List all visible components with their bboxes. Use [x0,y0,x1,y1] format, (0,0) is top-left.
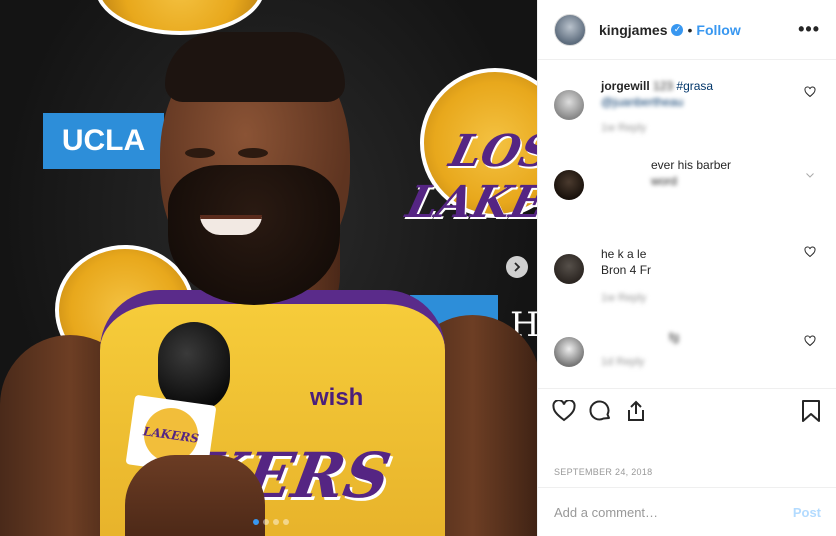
post-actions [538,388,836,432]
more-options-button[interactable]: ••• [798,19,820,40]
follow-button[interactable]: Follow [696,22,740,38]
ucla-sign: UCLA [43,113,164,169]
comment-button[interactable] [588,399,612,423]
hair [165,32,345,102]
post-header: kingjames ✓ • Follow ••• [538,0,836,60]
comment-text: ever his barber word [651,158,732,188]
lakers-wordmark: LOS LAKERS [401,125,537,228]
comment-list[interactable]: jorgewill 123 #grasa @juanbertheau 1w Re… [538,61,836,387]
heart-icon [552,399,576,421]
right-eye [238,148,268,158]
jersey-sponsor: wish [310,384,364,411]
speech-bubble-icon [589,400,610,420]
share-icon [628,400,644,421]
carousel-next-button[interactable] [506,256,528,278]
carousel-dot [253,519,259,525]
ucla-label: UCLA [61,124,146,157]
verified-badge-icon: ✓ [671,23,684,36]
post-side-panel: kingjames ✓ • Follow ••• jorgewill 123 #… [537,0,836,536]
beard [168,165,340,305]
comment-item: he k a le Bron 4 Fr 1w Reply [554,246,824,306]
bookmark-icon [802,399,820,422]
lakers-logo-right: LOS LAKERS [401,68,537,228]
lakers-logo-top [95,0,265,35]
commenter-avatar[interactable] [554,337,584,367]
comment-meta[interactable]: 1w Reply [601,292,646,304]
commenter-avatar[interactable] [554,170,584,200]
add-comment-form: Post [538,487,836,536]
share-button[interactable] [624,399,648,423]
comment-text: jorgewill 123 #grasa @juanbertheau [601,79,714,109]
comment-text: fg [669,330,680,344]
username[interactable]: kingjames [599,22,667,38]
post-photo[interactable]: LOS LAKERS UCLA H wish KERS LAKERS [0,0,537,536]
save-button[interactable] [799,399,823,423]
like-button[interactable] [552,399,576,423]
carousel-dot [263,519,269,525]
hand [125,455,265,536]
avatar[interactable] [554,13,586,46]
post-date[interactable]: SEPTEMBER 24, 2018 [554,467,652,477]
left-eye [185,148,215,158]
comment-mention[interactable]: @juanbertheau [601,95,683,109]
comment-username[interactable]: jorgewill [601,79,650,93]
commenter-avatar[interactable] [554,90,584,120]
comment-item: fg 1d Reply [554,329,824,379]
comment-meta[interactable]: 1d Reply [601,356,644,368]
comment-hashtag[interactable]: #grasa [676,79,713,93]
comment-input[interactable] [554,504,793,520]
comment-text: he k a le Bron 4 Fr [601,247,652,277]
chevron-right-icon [514,262,521,272]
comment-item: jorgewill 123 #grasa @juanbertheau 1w Re… [554,78,824,138]
comment-like-icon[interactable] [804,169,816,181]
comment-meta[interactable]: 1w Reply [601,122,646,134]
comment-item: ever his barber word [554,157,824,207]
carousel-dot [273,519,279,525]
carousel-indicator [253,519,289,525]
carousel-dot [283,519,289,525]
commenter-avatar[interactable] [554,254,584,284]
comment-like-icon[interactable] [804,335,816,347]
comment-like-icon[interactable] [804,246,816,258]
separator: • [687,21,693,38]
post-comment-button[interactable]: Post [793,505,821,520]
comment-like-icon[interactable] [804,86,816,98]
